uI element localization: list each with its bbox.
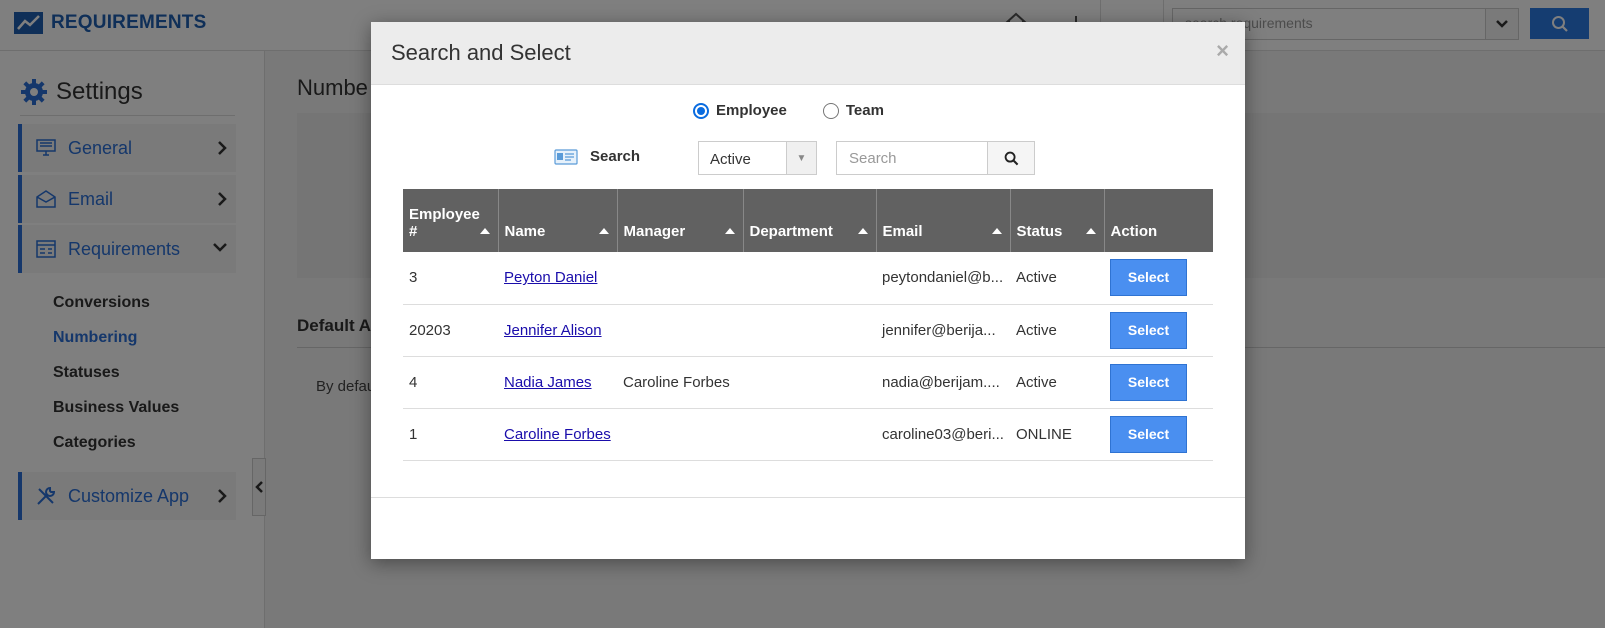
search-label-group: Search (554, 148, 640, 165)
table-header-row: Employee # Name Manager Department Email… (403, 189, 1213, 252)
cell-department (743, 356, 876, 409)
radio-employee[interactable]: Employee (693, 102, 787, 119)
column-label: Email (882, 223, 923, 240)
column-label: Name (504, 223, 546, 240)
cell-status: ONLINE (1010, 408, 1104, 461)
cell-email: jennifer@berija... (876, 304, 1010, 357)
table-row: 1 Caroline Forbes caroline03@beri... ONL… (403, 408, 1213, 461)
cell-email: peytondaniel@b... (876, 252, 1010, 305)
search-icon (1004, 151, 1018, 165)
status-filter-value: Active (710, 151, 751, 168)
select-button[interactable]: Select (1110, 415, 1187, 453)
employee-name-link[interactable]: Jennifer Alison (504, 322, 602, 339)
column-header-department[interactable]: Department (743, 189, 877, 252)
employee-search-button[interactable] (987, 141, 1035, 175)
column-header-manager[interactable]: Manager (617, 189, 744, 252)
employee-name-link[interactable]: Caroline Forbes (504, 426, 611, 443)
column-header-status[interactable]: Status (1010, 189, 1105, 252)
column-header-employee-number[interactable]: Employee # (403, 189, 499, 252)
cell-employee-number: 20203 (403, 304, 498, 357)
employee-name-link[interactable]: Nadia James (504, 374, 592, 391)
cell-name: Caroline Forbes (498, 408, 617, 461)
cell-manager (617, 408, 743, 461)
column-label: Employee # (409, 206, 480, 240)
cell-department (743, 304, 876, 357)
search-label: Search (590, 148, 641, 165)
column-header-email[interactable]: Email (876, 189, 1011, 252)
employee-search-input[interactable] (836, 141, 988, 175)
radio-label: Team (845, 102, 884, 119)
column-label: Department (749, 223, 833, 240)
cell-employee-number: 3 (403, 252, 498, 305)
cell-status: Active (1010, 252, 1104, 305)
select-button[interactable]: Select (1110, 311, 1187, 349)
dialog-header: Search and Select × (371, 22, 1245, 85)
sort-asc-icon[interactable] (479, 228, 490, 234)
table-row: 3 Peyton Daniel peytondaniel@b... Active… (403, 252, 1213, 305)
cell-name: Peyton Daniel (498, 252, 617, 305)
column-label: Manager (623, 223, 686, 240)
caret-down-icon[interactable]: ▼ (786, 142, 816, 174)
radio-unchecked-icon[interactable] (822, 102, 839, 119)
cell-status: Active (1010, 356, 1104, 409)
employee-table: Employee # Name Manager Department Email… (403, 189, 1213, 461)
select-button[interactable]: Select (1110, 259, 1187, 297)
column-label: Status (1016, 223, 1063, 240)
close-button[interactable]: × (1216, 38, 1229, 64)
radio-checked-icon[interactable] (693, 102, 709, 119)
table-row: 4 Nadia James Caroline Forbes nadia@beri… (403, 356, 1213, 409)
employee-name-link[interactable]: Peyton Daniel (504, 269, 597, 286)
cell-email: caroline03@beri... (876, 408, 1010, 461)
cell-action: Select (1104, 304, 1213, 357)
cell-name: Jennifer Alison (498, 304, 617, 357)
radio-team[interactable]: Team (822, 102, 884, 119)
status-filter-select[interactable]: Active ▼ (698, 141, 817, 175)
sort-asc-icon[interactable] (598, 228, 609, 234)
sort-asc-icon[interactable] (857, 228, 868, 234)
column-header-name[interactable]: Name (498, 189, 618, 252)
type-radio-group: Employee Team (693, 102, 884, 119)
cell-name: Nadia James (498, 356, 617, 409)
column-header-action: Action (1104, 189, 1213, 252)
cell-action: Select (1104, 356, 1213, 409)
select-button[interactable]: Select (1110, 363, 1187, 401)
search-select-dialog: Search and Select × Employee Team Search… (371, 22, 1245, 559)
table-row: 20203 Jennifer Alison jennifer@berija...… (403, 304, 1213, 357)
dialog-footer-divider (371, 497, 1245, 498)
cell-employee-number: 4 (403, 356, 498, 409)
cell-action: Select (1104, 252, 1213, 305)
cell-department (743, 408, 876, 461)
cell-manager: Caroline Forbes (617, 356, 743, 409)
radio-label: Employee (716, 102, 787, 119)
sort-asc-icon[interactable] (1085, 228, 1096, 234)
sort-asc-icon[interactable] (724, 228, 735, 234)
sort-asc-icon[interactable] (991, 228, 1002, 234)
cell-email: nadia@berijam.... (876, 356, 1010, 409)
cell-status: Active (1010, 304, 1104, 357)
id-card-icon (554, 148, 578, 165)
column-label: Action (1110, 223, 1158, 240)
cell-department (743, 252, 876, 305)
cell-manager (617, 304, 743, 357)
cell-employee-number: 1 (403, 408, 498, 461)
cell-manager (617, 252, 743, 305)
cell-action: Select (1104, 408, 1213, 461)
dialog-title: Search and Select (391, 40, 571, 65)
